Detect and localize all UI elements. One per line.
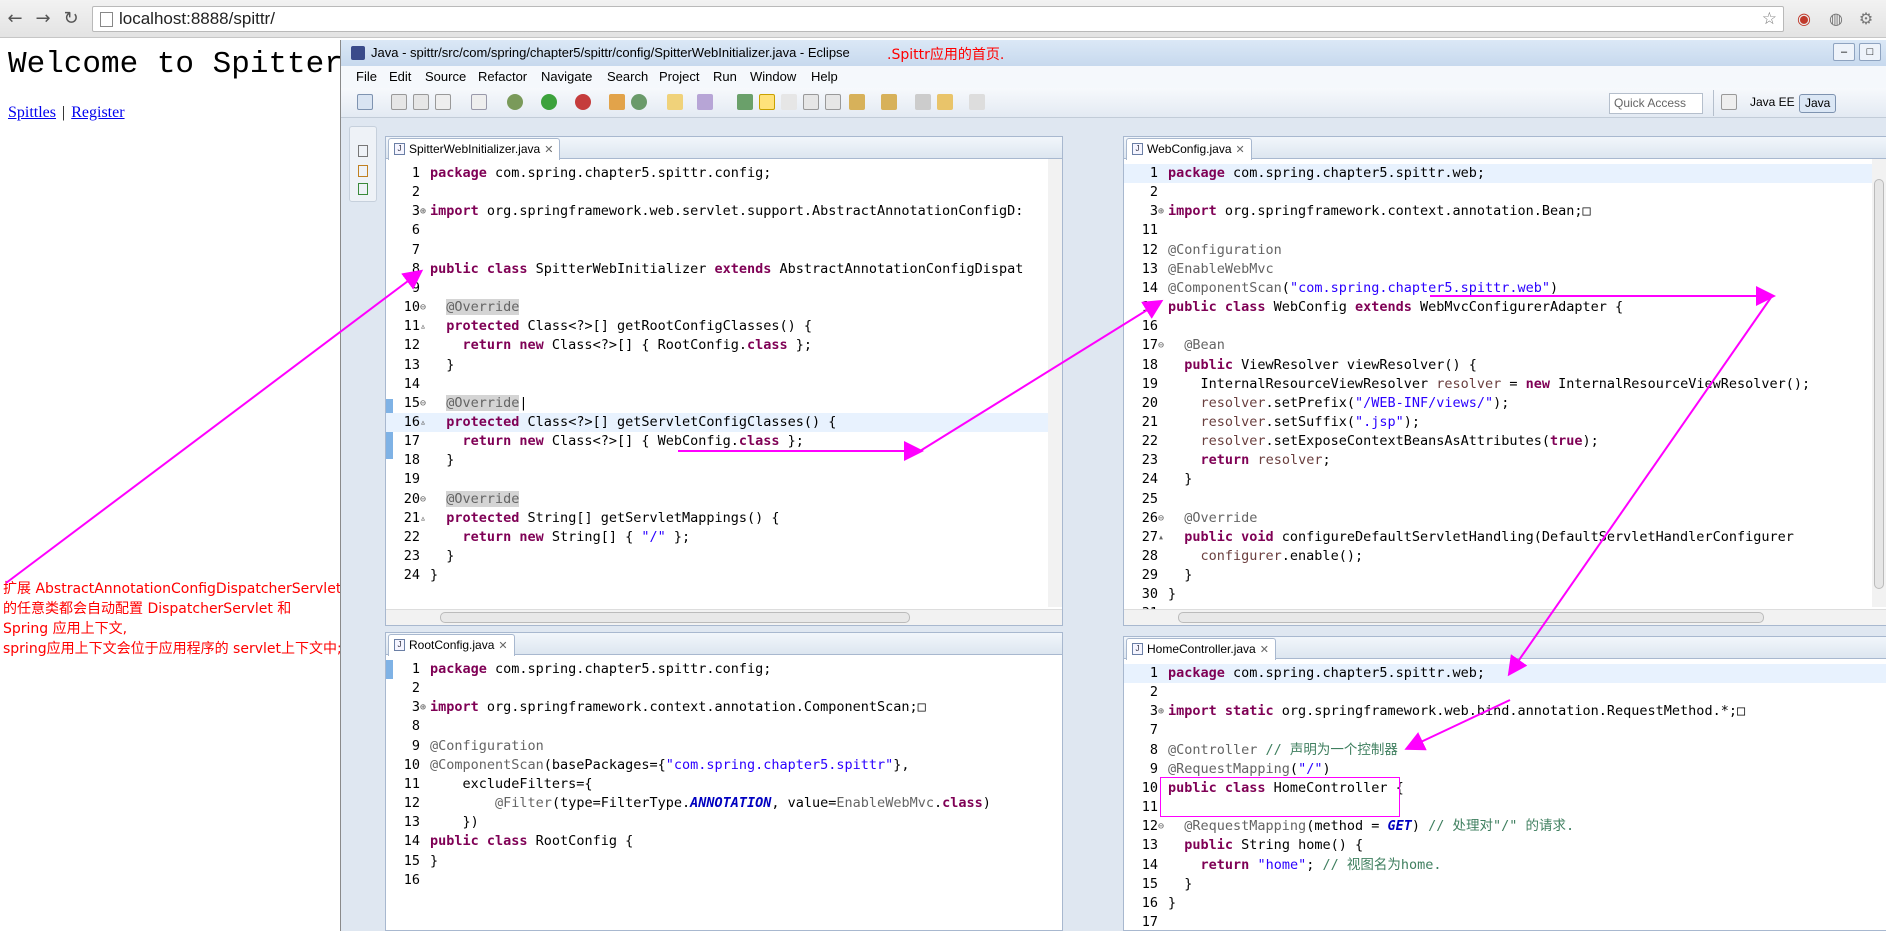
arrow-to-webconfig xyxy=(919,299,1164,452)
annotation-arrows xyxy=(5,269,1776,751)
arrow-initializer xyxy=(5,269,424,584)
arrow-to-web-package xyxy=(1507,295,1773,677)
arrow-to-controller xyxy=(1404,699,1511,751)
